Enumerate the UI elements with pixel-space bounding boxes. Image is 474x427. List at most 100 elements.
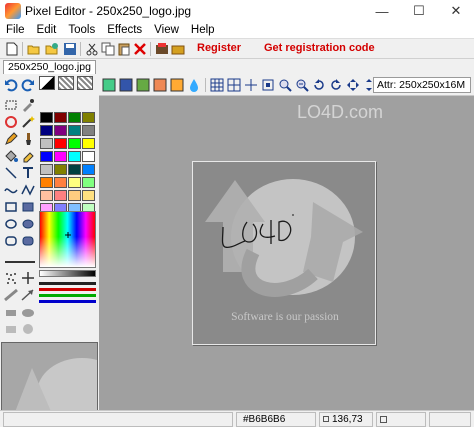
tab-250x250-logo[interactable]: 250x250_logo.jpg <box>3 60 96 74</box>
open-recent-icon[interactable] <box>44 41 60 57</box>
register-icon[interactable] <box>154 41 170 57</box>
cloud-shape-icon[interactable] <box>20 304 35 319</box>
rotate-left-icon[interactable] <box>311 77 327 93</box>
fill-bucket-icon[interactable] <box>3 148 18 163</box>
palette-swatch[interactable] <box>54 164 67 175</box>
palette-swatch[interactable] <box>82 151 95 162</box>
lasso-select-icon[interactable] <box>3 114 18 129</box>
crop-image-icon[interactable] <box>135 77 151 93</box>
green-channel-slider[interactable] <box>39 294 96 297</box>
palette-swatch[interactable] <box>40 112 53 123</box>
ellipse-tool-icon[interactable] <box>3 216 18 231</box>
image-workspace[interactable]: LO4D.com Software is our passion <box>99 96 474 410</box>
smudge-icon[interactable] <box>20 321 35 336</box>
image-canvas[interactable]: Software is our passion <box>192 161 376 345</box>
curve-tool-icon[interactable] <box>3 182 18 197</box>
maximize-button[interactable]: ☐ <box>401 0 437 22</box>
get-registration-code-link[interactable]: Get registration code <box>264 42 375 54</box>
filled-ellipse-icon[interactable] <box>20 216 35 231</box>
palette-swatch[interactable] <box>82 190 95 201</box>
close-button[interactable]: ✕ <box>438 0 474 22</box>
blue-channel-slider[interactable] <box>39 300 96 303</box>
palette-swatch[interactable] <box>54 112 67 123</box>
filled-rectangle-icon[interactable] <box>20 199 35 214</box>
pencil-icon[interactable] <box>3 131 18 146</box>
palette-swatch[interactable] <box>40 177 53 188</box>
rectangle-tool-icon[interactable] <box>3 199 18 214</box>
palette-swatch[interactable] <box>68 138 81 149</box>
polyline-tool-icon[interactable] <box>20 182 35 197</box>
menu-view[interactable]: View <box>148 24 185 36</box>
water-drop-icon[interactable] <box>186 77 202 93</box>
pattern-selector[interactable] <box>58 76 74 90</box>
palette-swatch[interactable] <box>54 190 67 201</box>
cut-icon[interactable] <box>84 41 100 57</box>
palette-swatch[interactable] <box>54 177 67 188</box>
red-channel-slider[interactable] <box>39 288 96 291</box>
image-properties-icon[interactable] <box>118 77 134 93</box>
palette-swatch[interactable] <box>68 151 81 162</box>
palette-swatch[interactable] <box>54 125 67 136</box>
palette-swatch[interactable] <box>54 151 67 162</box>
gradient-line-icon[interactable] <box>3 287 18 302</box>
magic-wand-icon[interactable] <box>20 114 35 129</box>
rounded-rect-icon[interactable] <box>3 233 18 248</box>
color-spectrum-picker[interactable] <box>39 211 96 268</box>
palette-swatch[interactable] <box>68 177 81 188</box>
blur-icon[interactable] <box>3 321 18 336</box>
palette-swatch[interactable] <box>82 164 95 175</box>
filled-rounded-rect-icon[interactable] <box>20 233 35 248</box>
zoom-out-icon[interactable] <box>294 77 310 93</box>
redo-icon[interactable] <box>20 77 35 92</box>
palette-swatch[interactable] <box>82 177 95 188</box>
palette-swatch[interactable] <box>82 138 95 149</box>
undo-icon[interactable] <box>3 77 18 92</box>
paint-image-icon[interactable] <box>152 77 168 93</box>
palette-swatch[interactable] <box>40 125 53 136</box>
palette-swatch[interactable] <box>68 112 81 123</box>
grayscale-ramp[interactable] <box>39 270 96 277</box>
menu-edit[interactable]: Edit <box>31 24 63 36</box>
key-icon[interactable] <box>170 41 186 57</box>
line-tool-icon[interactable] <box>3 165 18 180</box>
menu-effects[interactable]: Effects <box>101 24 148 36</box>
palette-swatch[interactable] <box>82 125 95 136</box>
copy-icon[interactable] <box>100 41 116 57</box>
line-width-selector[interactable] <box>3 254 36 269</box>
center-icon[interactable] <box>260 77 276 93</box>
menu-help[interactable]: Help <box>185 24 221 36</box>
delete-icon[interactable] <box>132 41 148 57</box>
eyedropper-icon[interactable] <box>20 97 35 112</box>
spray-icon[interactable] <box>3 270 18 285</box>
stamp-icon[interactable] <box>3 304 18 319</box>
new-file-icon[interactable] <box>4 41 20 57</box>
eraser-icon[interactable] <box>20 148 35 163</box>
alpha-slider-black[interactable] <box>39 282 96 285</box>
palette-swatch[interactable] <box>40 151 53 162</box>
layers-icon[interactable] <box>101 77 117 93</box>
palette-swatch[interactable] <box>40 164 53 175</box>
save-icon[interactable] <box>62 41 78 57</box>
fine-grid-icon[interactable] <box>226 77 242 93</box>
rect-select-icon[interactable] <box>3 97 18 112</box>
register-link[interactable]: Register <box>197 42 241 54</box>
menu-file[interactable]: File <box>0 24 31 36</box>
palette-swatch[interactable] <box>40 190 53 201</box>
palette-swatch[interactable] <box>68 164 81 175</box>
menu-tools[interactable]: Tools <box>62 24 101 36</box>
arrow-line-icon[interactable] <box>20 287 35 302</box>
palette-swatch[interactable] <box>82 112 95 123</box>
zoom-in-icon[interactable] <box>277 77 293 93</box>
rotate-right-icon[interactable] <box>328 77 344 93</box>
crosshair-icon[interactable] <box>243 77 259 93</box>
resize-arrows-icon[interactable] <box>345 77 361 93</box>
texture-selector[interactable] <box>77 76 93 90</box>
brush-icon[interactable] <box>20 131 35 146</box>
text-tool-icon[interactable] <box>20 165 35 180</box>
fg-bg-swap[interactable] <box>39 76 55 90</box>
palette-swatch[interactable] <box>54 138 67 149</box>
color-adjust-icon[interactable] <box>169 77 185 93</box>
palette-swatch[interactable] <box>68 190 81 201</box>
minimize-button[interactable]: — <box>364 0 400 22</box>
open-folder-icon[interactable] <box>26 41 42 57</box>
